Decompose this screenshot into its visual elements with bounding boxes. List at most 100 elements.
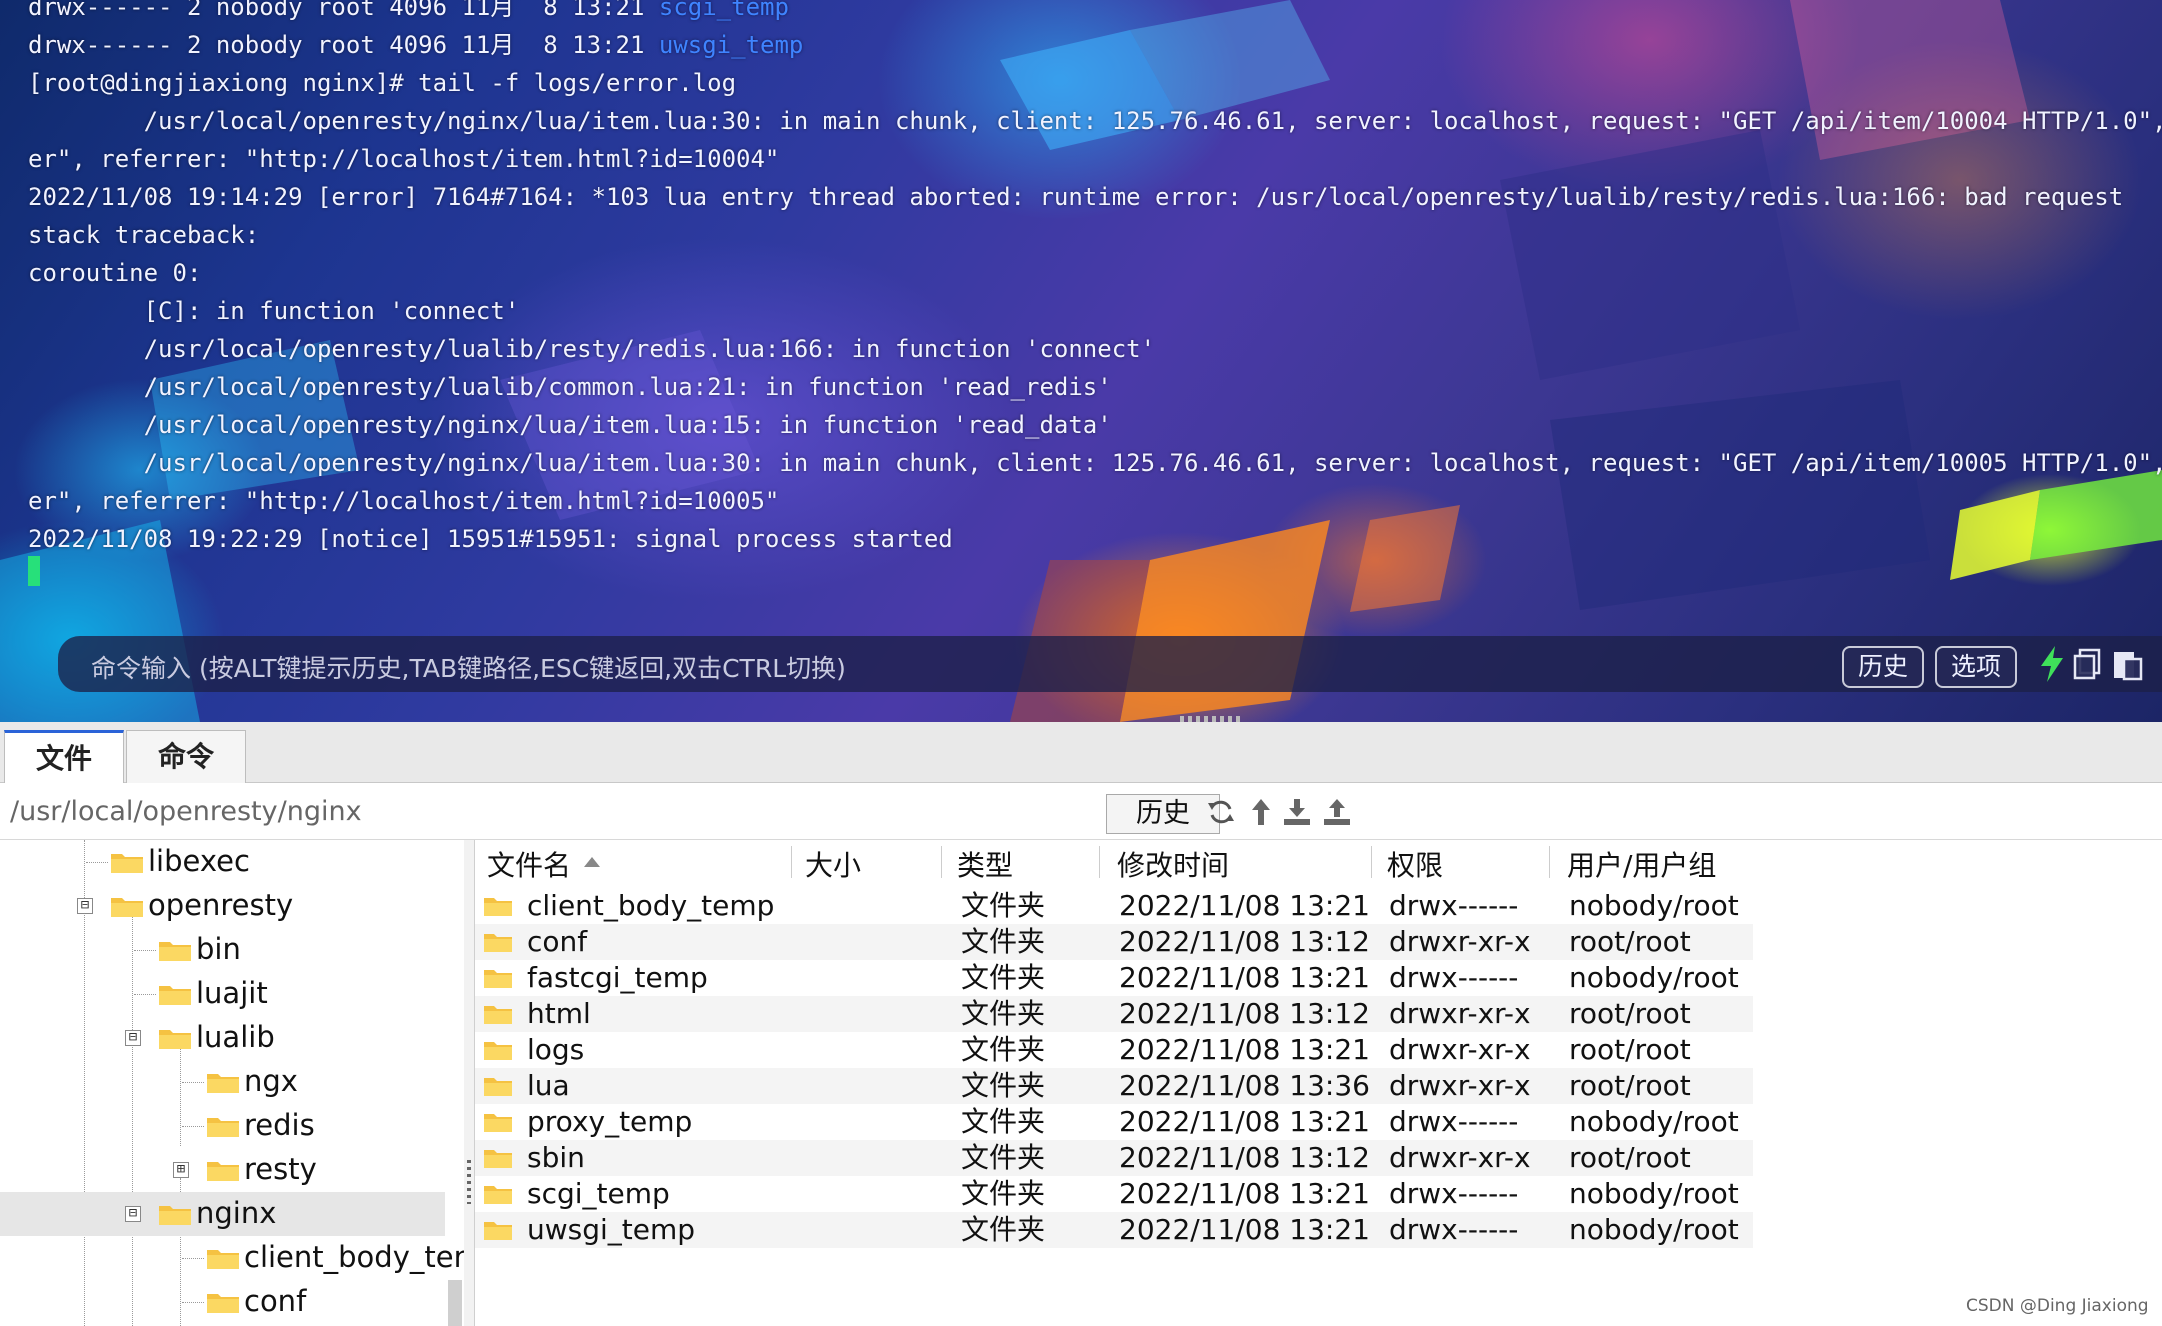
column-divider[interactable] bbox=[791, 846, 792, 878]
file-owner: nobody/root bbox=[1569, 961, 1739, 994]
file-owner: nobody/root bbox=[1569, 1105, 1739, 1138]
folder-icon bbox=[484, 1078, 512, 1096]
file-name: proxy_temp bbox=[527, 1105, 693, 1138]
file-list[interactable]: 文件名 大小 类型 修改时间 权限 用户/用户组 client_body_tem… bbox=[474, 840, 2162, 1326]
panel-tabs: 文件 命令 bbox=[0, 722, 2162, 786]
tree-scrollbar[interactable] bbox=[448, 1280, 462, 1326]
tree-item-bin[interactable]: bin bbox=[0, 928, 445, 972]
file-modified: 2022/11/08 13:21 bbox=[1119, 889, 1370, 922]
panel-splitter[interactable] bbox=[464, 840, 474, 1326]
file-modified: 2022/11/08 13:12 bbox=[1119, 997, 1370, 1030]
upload-icon[interactable] bbox=[1320, 795, 1354, 829]
file-row[interactable]: html 文件夹 2022/11/08 13:12 drwxr-xr-x root/ro… bbox=[475, 996, 1753, 1032]
terminal-panel[interactable]: drwx------ 2 nobody root 4096 11月 8 13:2… bbox=[0, 0, 2162, 722]
lightning-icon[interactable] bbox=[2032, 644, 2072, 684]
terminal-line: stack traceback: bbox=[28, 221, 260, 249]
tree-item-luajit[interactable]: luajit bbox=[0, 972, 445, 1016]
column-header-name[interactable]: 文件名 bbox=[487, 844, 571, 884]
column-header-size[interactable]: 大小 bbox=[805, 844, 861, 884]
folder-icon bbox=[207, 1294, 239, 1313]
splitter-grip[interactable] bbox=[467, 1160, 471, 1204]
command-input-bar[interactable]: 命令输入 (按ALT键提示历史,TAB键路径,ESC键返回,双击CTRL切换) … bbox=[58, 636, 2162, 692]
path-history-button[interactable]: 历史 bbox=[1106, 794, 1220, 834]
tab-commands[interactable]: 命令 bbox=[126, 730, 246, 783]
terminal-line: /usr/local/openresty/lualib/common.lua:2… bbox=[28, 373, 1112, 401]
file-row[interactable]: conf 文件夹 2022/11/08 13:12 drwxr-xr-x root/ro… bbox=[475, 924, 1753, 960]
tree-item-label: client_body_ten bbox=[244, 1240, 465, 1274]
file-type: 文件夹 bbox=[961, 1213, 1046, 1246]
terminal-line: /usr/local/openresty/lualib/resty/redis.… bbox=[28, 335, 1156, 363]
file-owner: root/root bbox=[1569, 1141, 1691, 1174]
file-permissions: drwxr-xr-x bbox=[1389, 925, 1531, 958]
file-type: 文件夹 bbox=[961, 1177, 1046, 1210]
sort-ascending-icon[interactable] bbox=[583, 856, 601, 868]
tree-item-resty[interactable]: ⊞ resty bbox=[0, 1148, 445, 1192]
file-modified: 2022/11/08 13:12 bbox=[1119, 1141, 1370, 1174]
download-icon[interactable] bbox=[1280, 795, 1314, 829]
column-divider[interactable] bbox=[1549, 846, 1550, 878]
up-arrow-icon[interactable] bbox=[1244, 795, 1278, 829]
file-permissions: drwxr-xr-x bbox=[1389, 997, 1531, 1030]
file-permissions: drwxr-xr-x bbox=[1389, 1069, 1531, 1102]
tree-item-label: resty bbox=[244, 1152, 317, 1186]
file-row[interactable]: fastcgi_temp 文件夹 2022/11/08 13:21 drwx-----… bbox=[475, 960, 1753, 996]
column-header-owner[interactable]: 用户/用户组 bbox=[1567, 844, 1716, 884]
file-owner: root/root bbox=[1569, 1069, 1691, 1102]
file-row[interactable]: scgi_temp 文件夹 2022/11/08 13:21 drwx------ no… bbox=[475, 1176, 1753, 1212]
watermark: CSDN @Ding Jiaxiong bbox=[1966, 1296, 2149, 1316]
command-input[interactable]: 命令输入 (按ALT键提示历史,TAB键路径,ESC键返回,双击CTRL切换) bbox=[91, 649, 846, 685]
terminal-line: [C]: in function 'connect' bbox=[28, 297, 520, 325]
column-divider[interactable] bbox=[941, 846, 942, 878]
terminal-line: 2022/11/08 19:14:29 [error] 7164#7164: *… bbox=[28, 183, 2124, 211]
file-row[interactable]: sbin 文件夹 2022/11/08 13:12 drwxr-xr-x root/ro… bbox=[475, 1140, 1753, 1176]
file-permissions: drwxr-xr-x bbox=[1389, 1033, 1531, 1066]
file-modified: 2022/11/08 13:21 bbox=[1119, 961, 1370, 994]
file-row[interactable]: proxy_temp 文件夹 2022/11/08 13:21 drwx------ n… bbox=[475, 1104, 1753, 1140]
file-owner: root/root bbox=[1569, 997, 1691, 1030]
column-divider[interactable] bbox=[1099, 846, 1100, 878]
tree-item-redis[interactable]: redis bbox=[0, 1104, 445, 1148]
directory-tree[interactable]: libexec ⊟ openresty bin luajit ⊟ lualib … bbox=[0, 840, 465, 1326]
column-header-type[interactable]: 类型 bbox=[957, 844, 1013, 884]
tree-item-conf[interactable]: conf bbox=[0, 1280, 445, 1324]
tree-item-ngx[interactable]: ngx bbox=[0, 1060, 445, 1104]
column-header-modified[interactable]: 修改时间 bbox=[1117, 844, 1229, 884]
expand-icon[interactable]: ⊞ bbox=[173, 1162, 189, 1178]
terminal-line: drwx------ 2 nobody root 4096 11月 8 13:2… bbox=[28, 0, 789, 21]
file-permissions: drwxr-xr-x bbox=[1389, 1141, 1531, 1174]
column-header-permissions[interactable]: 权限 bbox=[1387, 844, 1443, 884]
file-modified: 2022/11/08 13:36 bbox=[1119, 1069, 1370, 1102]
tree-item-client-body-temp[interactable]: client_body_ten bbox=[0, 1236, 464, 1280]
tree-item-nginx[interactable]: ⊟ nginx bbox=[0, 1192, 445, 1236]
column-divider[interactable] bbox=[1371, 846, 1372, 878]
file-row[interactable]: lua 文件夹 2022/11/08 13:36 drwxr-xr-x root/roo… bbox=[475, 1068, 1753, 1104]
file-name: scgi_temp bbox=[527, 1177, 670, 1210]
options-button[interactable]: 选项 bbox=[1935, 646, 2018, 688]
folder-icon bbox=[207, 1250, 239, 1269]
file-type: 文件夹 bbox=[961, 1141, 1046, 1174]
path-input[interactable]: /usr/local/openresty/nginx bbox=[10, 796, 362, 827]
file-owner: nobody/root bbox=[1569, 1213, 1739, 1246]
collapse-icon[interactable]: ⊟ bbox=[77, 898, 93, 914]
file-row[interactable]: uwsgi_temp 文件夹 2022/11/08 13:21 drwx------ n… bbox=[475, 1212, 1753, 1248]
tree-item-label: bin bbox=[196, 932, 241, 966]
tab-files[interactable]: 文件 bbox=[4, 730, 124, 786]
paste-icon[interactable] bbox=[2108, 644, 2148, 684]
tree-item-label: libexec bbox=[148, 844, 250, 878]
folder-icon bbox=[111, 854, 143, 873]
collapse-icon[interactable]: ⊟ bbox=[125, 1030, 141, 1046]
collapse-icon[interactable]: ⊟ bbox=[125, 1206, 141, 1222]
file-owner: nobody/root bbox=[1569, 1177, 1739, 1210]
file-row[interactable]: logs 文件夹 2022/11/08 13:21 drwxr-xr-x root/ro… bbox=[475, 1032, 1753, 1068]
folder-icon bbox=[484, 1006, 512, 1024]
file-name: sbin bbox=[527, 1141, 585, 1174]
copy-icon[interactable] bbox=[2068, 644, 2108, 684]
file-row[interactable]: client_body_temp 文件夹 2022/11/08 13:21 drwx-… bbox=[475, 888, 1753, 924]
file-list-header: 文件名 大小 类型 修改时间 权限 用户/用户组 bbox=[475, 840, 2162, 884]
history-button[interactable]: 历史 bbox=[1842, 646, 1925, 688]
refresh-icon[interactable] bbox=[1204, 795, 1238, 829]
tree-item-openresty[interactable]: ⊟ openresty bbox=[0, 884, 445, 928]
tree-item-label: redis bbox=[244, 1108, 315, 1142]
tree-item-lualib[interactable]: ⊟ lualib bbox=[0, 1016, 445, 1060]
tree-item-libexec[interactable]: libexec bbox=[0, 840, 445, 884]
